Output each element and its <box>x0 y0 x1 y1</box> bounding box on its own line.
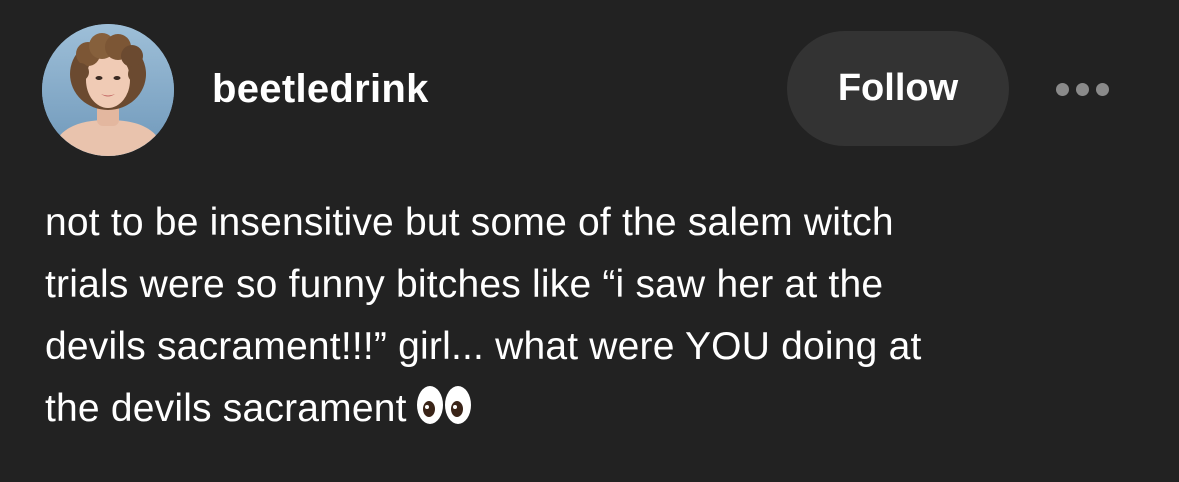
follow-button[interactable]: Follow <box>787 31 1009 146</box>
post-text-line: trials were so funny bitches like “i saw… <box>45 263 884 306</box>
username[interactable]: beetledrink <box>212 64 429 114</box>
post-text-line: the devils sacrament <box>45 387 407 430</box>
post-card: beetledrink Follow not to be insensitive… <box>0 0 1179 482</box>
post-text-line: devils sacrament!!!” girl... what were Y… <box>45 325 922 368</box>
eyes-emoji-icon <box>415 383 473 446</box>
avatar[interactable] <box>42 24 174 156</box>
profile-photo-icon <box>42 24 174 156</box>
post-text-line-last: the devils sacrament <box>45 378 1145 446</box>
ellipsis-icon <box>1055 82 1069 96</box>
post-text-line: not to be insensitive but some of the sa… <box>45 201 894 244</box>
post-text: not to be insensitive but some of the sa… <box>45 192 1145 446</box>
more-options-button[interactable] <box>1046 74 1118 104</box>
ellipsis-icon <box>1095 82 1109 96</box>
ellipsis-icon <box>1075 82 1089 96</box>
